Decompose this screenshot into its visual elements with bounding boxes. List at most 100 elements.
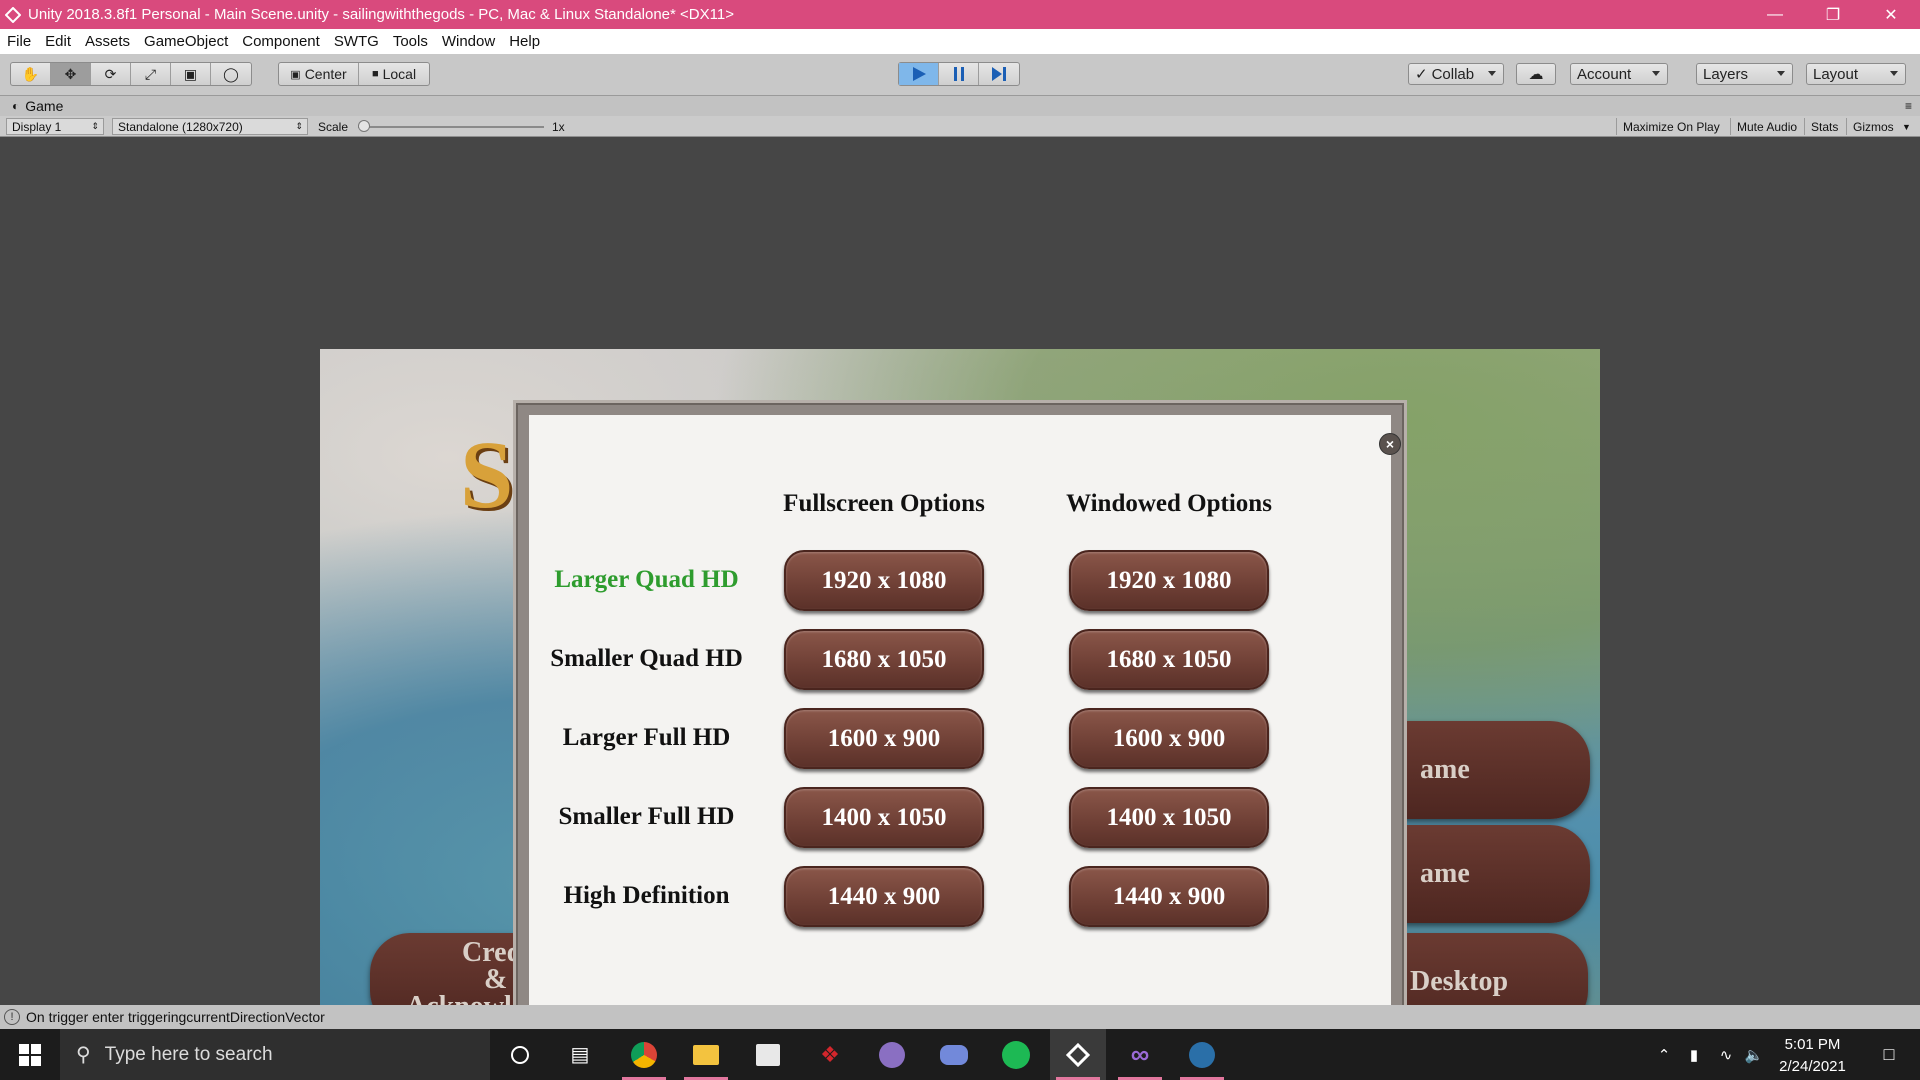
windowed-resolution-button[interactable]: 1440 x 900 [1069, 866, 1269, 927]
layout-dropdown[interactable]: Layout [1806, 63, 1906, 85]
rotate-tool-icon[interactable]: ⟳ [91, 63, 131, 85]
search-placeholder: Type here to search [104, 1043, 273, 1065]
fullscreen-resolution-button[interactable]: 1600 x 900 [784, 708, 984, 769]
pivot-center-button[interactable]: ▣ Center [279, 63, 359, 85]
scale-slider-track [358, 126, 544, 128]
menu-edit[interactable]: Edit [38, 33, 78, 50]
window-title: Unity 2018.3.8f1 Personal - Main Scene.u… [28, 6, 734, 23]
start-button[interactable] [0, 1029, 60, 1080]
display-label: Display 1 [12, 119, 62, 134]
gizmos-toggle[interactable]: Gizmos [1846, 118, 1900, 135]
chevron-down-icon [1890, 71, 1898, 76]
fullscreen-resolution-button[interactable]: 1440 x 900 [784, 866, 984, 927]
pause-button[interactable] [939, 63, 979, 85]
minimize-icon[interactable]: — [1746, 0, 1804, 29]
tray-chevron-up-icon[interactable]: ⌃ [1652, 1029, 1676, 1080]
discord-icon[interactable] [926, 1029, 982, 1080]
wifi-icon[interactable]: ∿ [1714, 1029, 1738, 1080]
menu-tools[interactable]: Tools [386, 33, 435, 50]
clock-date: 2/24/2021 [1779, 1058, 1846, 1075]
windowed-resolution-button[interactable]: 1920 x 1080 [1069, 550, 1269, 611]
layout-label: Layout [1813, 65, 1859, 83]
notification-icon[interactable]: □ [1866, 1029, 1912, 1080]
account-dropdown[interactable]: Account [1570, 63, 1668, 85]
chrome-icon[interactable] [616, 1029, 672, 1080]
transform-tool-icon[interactable]: ◯ [211, 63, 251, 85]
status-message[interactable]: On trigger enter triggeringcurrentDirect… [26, 1009, 325, 1025]
menu-file[interactable]: File [0, 33, 38, 50]
unity-logo-icon [4, 6, 22, 24]
chevron-down-icon [1488, 71, 1496, 76]
menu-gameobject[interactable]: GameObject [137, 33, 235, 50]
resolution-dialog: × Fullscreen Options Windowed Options La… [513, 400, 1407, 1020]
layers-dropdown[interactable]: Layers [1696, 63, 1793, 85]
hand-tool-icon[interactable]: ✋ [11, 63, 51, 85]
scale-tool-icon[interactable]: ⤢ [131, 63, 171, 85]
file-explorer-icon[interactable] [678, 1029, 734, 1080]
fullscreen-resolution-button[interactable]: 1680 x 1050 [784, 629, 984, 690]
step-icon [992, 67, 1006, 81]
unity-icon[interactable] [1050, 1029, 1106, 1080]
spotify-icon[interactable] [988, 1029, 1044, 1080]
menu-assets[interactable]: Assets [78, 33, 137, 50]
close-window-icon[interactable]: ✕ [1862, 0, 1920, 29]
tab-menu-icon[interactable]: ≡ [1905, 99, 1912, 113]
local-cube-icon: ■ [371, 68, 379, 80]
menu-help[interactable]: Help [502, 33, 547, 50]
windowed-resolution-button[interactable]: 1400 x 1050 [1069, 787, 1269, 848]
pivot-local-label: Local [382, 66, 417, 82]
windowed-resolution-button[interactable]: 1600 x 900 [1069, 708, 1269, 769]
pivot-local-button[interactable]: ■ Local [359, 63, 429, 85]
select-arrows-icon: ⇕ [91, 121, 99, 131]
store-icon[interactable] [740, 1029, 796, 1080]
collab-dropdown[interactable]: ✓ Collab [1408, 63, 1504, 85]
menu-window[interactable]: Window [435, 33, 502, 50]
tab-game[interactable]: Game [25, 98, 63, 114]
move-tool-icon[interactable]: ✥ [51, 63, 91, 85]
pivot-center-label: Center [304, 66, 347, 82]
scale-slider[interactable] [358, 118, 544, 135]
taskbar-clock[interactable]: 5:01 PM 2/24/2021 [1760, 1034, 1865, 1078]
task-view-icon[interactable]: ▤ [552, 1029, 608, 1080]
pivot-icon: ▣ [290, 68, 301, 81]
row-label: Larger Full HD [562, 724, 731, 751]
menu-swtg[interactable]: SWTG [327, 33, 386, 50]
game-view-toolbar: Display 1 ⇕ Standalone (1280x720) ⇕ Scal… [0, 116, 1920, 137]
pause-icon [953, 67, 964, 81]
account-label: Account [1577, 65, 1632, 83]
fullscreen-header: Fullscreen Options [783, 490, 985, 517]
mute-audio-toggle[interactable]: Mute Audio [1730, 118, 1803, 135]
playback-controls [898, 62, 1020, 86]
visual-studio-icon[interactable]: ∞ [1112, 1029, 1168, 1080]
step-button[interactable] [979, 63, 1019, 85]
pivot-toggles: ▣ Center ■ Local [278, 62, 430, 86]
play-button[interactable] [899, 63, 939, 85]
windows-taskbar: ⚲ Type here to search ▤ ❖ ∞ ⌃ ▮ ∿ 🔈 5:01… [0, 1029, 1920, 1080]
game-logo: S [460, 421, 514, 528]
steam-icon[interactable] [1174, 1029, 1230, 1080]
windowed-resolution-button[interactable]: 1680 x 1050 [1069, 629, 1269, 690]
search-icon: ⚲ [76, 1044, 91, 1066]
rect-tool-icon[interactable]: ▣ [171, 63, 211, 85]
display-select[interactable]: Display 1 ⇕ [6, 118, 104, 135]
battery-icon[interactable]: ▮ [1682, 1029, 1706, 1080]
cloud-icon: ☁ [1528, 66, 1544, 83]
maximize-on-play-toggle[interactable]: Maximize On Play [1616, 118, 1726, 135]
scale-slider-thumb[interactable] [358, 120, 370, 132]
row-label: Smaller Quad HD [550, 645, 743, 672]
taskbar-search[interactable]: ⚲ Type here to search [60, 1029, 490, 1080]
menu-component[interactable]: Component [235, 33, 327, 50]
transform-tools: ✋ ✥ ⟳ ⤢ ▣ ◯ [10, 62, 252, 86]
fullscreen-resolution-button[interactable]: 1400 x 1050 [784, 787, 984, 848]
stats-toggle[interactable]: Stats [1804, 118, 1844, 135]
restore-icon[interactable]: ❐ [1804, 0, 1862, 29]
status-bar: ! On trigger enter triggeringcurrentDire… [0, 1005, 1920, 1029]
gizmos-dropdown-icon[interactable]: ▼ [1902, 118, 1911, 135]
razer-icon[interactable]: ❖ [802, 1029, 858, 1080]
resolution-select[interactable]: Standalone (1280x720) ⇕ [112, 118, 308, 135]
cortana-icon[interactable] [492, 1029, 548, 1080]
close-dialog-button[interactable]: × [1379, 433, 1401, 455]
github-icon[interactable] [864, 1029, 920, 1080]
fullscreen-resolution-button[interactable]: 1920 x 1080 [784, 550, 984, 611]
cloud-button[interactable]: ☁ [1516, 63, 1556, 85]
